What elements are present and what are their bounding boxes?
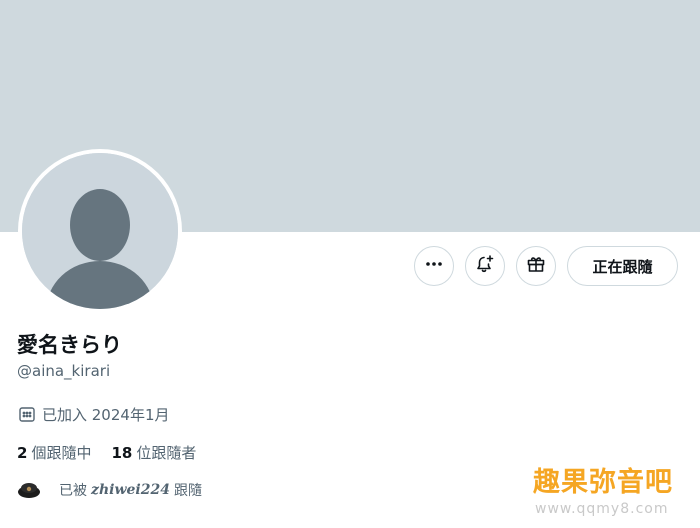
more-options-button[interactable] bbox=[414, 246, 454, 286]
watermark-title: 趣果弥音吧 bbox=[533, 467, 673, 498]
more-horizontal-icon bbox=[424, 254, 444, 278]
following-button-label: 正在跟隨 bbox=[592, 257, 653, 276]
default-avatar-icon bbox=[22, 153, 178, 309]
joined-date-text: 已加入 2024年1月 bbox=[42, 405, 170, 424]
notifications-button[interactable] bbox=[465, 246, 505, 286]
profile-avatar[interactable] bbox=[18, 149, 182, 313]
display-name: 愛名きらり bbox=[17, 333, 122, 357]
calendar-icon bbox=[18, 405, 36, 423]
followers-label: 位跟隨者 bbox=[136, 444, 197, 462]
followed-by-link[interactable]: 已被 zhiwei224 跟隨 bbox=[17, 478, 202, 502]
following-button[interactable]: 正在跟隨 bbox=[567, 246, 678, 286]
follower-avatar bbox=[17, 478, 41, 502]
follow-stats: 2 個跟隨中 18 位跟隨者 bbox=[17, 442, 216, 463]
bell-plus-icon bbox=[475, 254, 495, 278]
following-label: 個跟隨中 bbox=[31, 444, 92, 462]
watermark: 趣果弥音吧 www.qqmy8.com bbox=[533, 466, 693, 518]
followed-by-user: zhiwei224 bbox=[91, 482, 170, 498]
watermark-url: www.qqmy8.com bbox=[535, 501, 669, 517]
gift-button[interactable] bbox=[516, 246, 556, 286]
user-handle: @aina_kirari bbox=[17, 362, 111, 380]
joined-date: 已加入 2024年1月 bbox=[18, 403, 170, 425]
followed-by-prefix: 已被 bbox=[59, 483, 87, 499]
followed-by-suffix: 跟隨 bbox=[173, 483, 202, 499]
gift-icon bbox=[526, 254, 546, 278]
following-count: 2 bbox=[17, 443, 28, 462]
followers-count: 18 bbox=[111, 443, 133, 462]
following-count-link[interactable]: 2 個跟隨中 bbox=[17, 442, 91, 463]
followers-count-link[interactable]: 18 位跟隨者 bbox=[111, 442, 196, 463]
